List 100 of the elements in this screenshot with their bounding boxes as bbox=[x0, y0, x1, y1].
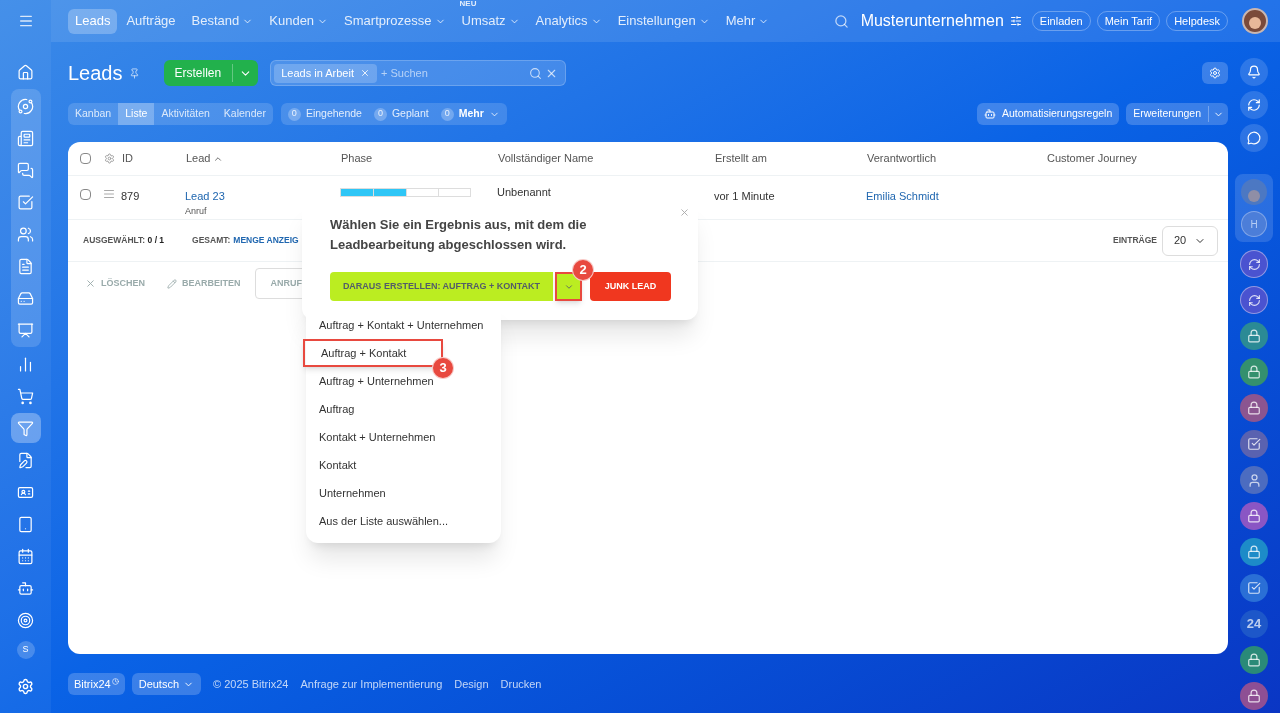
search-icon[interactable] bbox=[529, 66, 543, 80]
remove-icon bbox=[359, 68, 370, 78]
company-name: Musterunternehmen bbox=[860, 11, 1004, 31]
page-size-label: EINTRÄGE bbox=[1113, 234, 1157, 247]
column-header[interactable]: Lead bbox=[186, 150, 341, 167]
counter-item[interactable]: 0 Geplant bbox=[373, 106, 429, 122]
task-chat-avatar[interactable] bbox=[1240, 574, 1268, 602]
nav-tab[interactable]: Smartprozesse bbox=[337, 8, 453, 34]
checkbox-icon bbox=[1247, 581, 1261, 595]
task-chat-avatar[interactable] bbox=[1240, 430, 1268, 458]
nav-tab[interactable]: Kunden bbox=[262, 8, 336, 34]
lock-chat-avatar[interactable] bbox=[1240, 358, 1268, 386]
new-label: NEU bbox=[459, 0, 477, 8]
counter-item[interactable]: 0 Mehr bbox=[440, 106, 500, 122]
selected-count: AUSGEWÄHLT: 0 / 1 bbox=[83, 234, 165, 247]
settings-icon[interactable] bbox=[104, 153, 115, 164]
user-avatar[interactable] bbox=[1240, 466, 1268, 494]
column-header[interactable]: Vollständiger Name bbox=[498, 150, 715, 167]
language-select[interactable]: Deutsch bbox=[131, 673, 202, 695]
menu-item[interactable]: Unternehmen bbox=[306, 479, 501, 507]
chat-icon bbox=[17, 161, 34, 179]
drag-handle-icon[interactable] bbox=[103, 188, 115, 200]
lead-link[interactable]: Lead 23 bbox=[185, 188, 340, 205]
robot-icon bbox=[17, 579, 34, 597]
spiral-button[interactable] bbox=[1240, 91, 1268, 119]
menu-item[interactable]: Auftrag bbox=[306, 395, 501, 423]
nav-tab[interactable]: Einstellungen bbox=[610, 8, 717, 34]
checkbox[interactable] bbox=[80, 153, 91, 164]
menu-item[interactable]: Auftrag + Kontakt + Unternehmen bbox=[306, 311, 501, 339]
menu-item[interactable]: Kontakt + Unternehmen bbox=[306, 423, 501, 451]
filter-chip[interactable]: Leads in Arbeit bbox=[274, 63, 377, 83]
lock-chat-avatar[interactable] bbox=[1240, 646, 1268, 674]
footer-link[interactable]: Drucken bbox=[500, 675, 542, 693]
search-input[interactable]: + Suchen bbox=[380, 64, 511, 82]
chat-avatar[interactable]: H bbox=[1241, 211, 1267, 237]
checkbox[interactable] bbox=[80, 189, 91, 200]
page-size-select[interactable]: 20 bbox=[1162, 225, 1218, 256]
delete-button[interactable]: LÖSCHEN bbox=[85, 276, 145, 291]
menu-item[interactable]: Aus der Liste auswählen... bbox=[306, 507, 501, 535]
extensions-button[interactable]: Erweiterungen bbox=[1126, 103, 1228, 125]
sliders-icon[interactable] bbox=[1009, 15, 1022, 27]
menu-item[interactable]: Kontakt bbox=[306, 451, 501, 479]
table-cell-text: Unbenannt bbox=[497, 185, 552, 200]
file-edit-icon bbox=[17, 451, 34, 469]
lock-chat-avatar[interactable] bbox=[1240, 322, 1268, 350]
brand-button[interactable]: Bitrix24 bbox=[68, 673, 125, 695]
counter-item[interactable]: 0 Eingehende bbox=[287, 106, 362, 122]
user-icon bbox=[1246, 472, 1262, 488]
footer-link[interactable]: © 2025 Bitrix24 bbox=[213, 675, 289, 693]
calendar-icon bbox=[17, 547, 34, 565]
column-header[interactable]: Erstellt am bbox=[715, 150, 867, 167]
column-header[interactable]: Verantwortlich bbox=[867, 150, 1047, 167]
footer-link[interactable]: Design bbox=[454, 675, 489, 693]
nav-tab[interactable]: Bestand bbox=[184, 8, 261, 34]
spiral-icon bbox=[1247, 98, 1261, 112]
create-from-button[interactable]: DARAUS ERSTELLEN: AUFTRAG + KONTAKT bbox=[330, 272, 553, 301]
footer-link[interactable]: Anfrage zur Implementierung bbox=[300, 675, 443, 693]
lock-chat-avatar[interactable] bbox=[1240, 502, 1268, 530]
orbit-icon bbox=[17, 97, 34, 115]
lock-chat-avatar[interactable] bbox=[1240, 394, 1268, 422]
notifications-button[interactable] bbox=[1240, 58, 1268, 86]
lock-chat-avatar[interactable] bbox=[1240, 538, 1268, 566]
view-tab[interactable]: Kalender bbox=[216, 103, 273, 125]
column-header[interactable]: Customer Journey bbox=[1047, 150, 1228, 167]
filter-search-field[interactable]: Leads in Arbeit + Suchen bbox=[270, 60, 567, 86]
menu-icon[interactable] bbox=[17, 13, 34, 29]
create-button[interactable]: Erstellen bbox=[163, 60, 259, 86]
column-header[interactable]: ID bbox=[122, 150, 186, 167]
view-tab[interactable]: Liste bbox=[118, 103, 155, 125]
lock-icon bbox=[1247, 365, 1261, 379]
settings-button[interactable] bbox=[1202, 62, 1228, 84]
caret-button[interactable] bbox=[555, 272, 582, 301]
nav-tab[interactable]: Leads bbox=[68, 8, 118, 34]
spiral-icon bbox=[1247, 257, 1261, 271]
nav-tab[interactable]: Aufträge bbox=[119, 8, 183, 34]
nav-tab[interactable]: Analytics bbox=[528, 8, 609, 34]
bar-chart-icon bbox=[17, 355, 34, 373]
view-tab[interactable]: Aktivitäten bbox=[154, 103, 217, 125]
pin-icon[interactable] bbox=[128, 67, 140, 79]
user-avatar[interactable]: S bbox=[16, 641, 35, 659]
sidebar-item[interactable] bbox=[10, 413, 41, 443]
view-tab[interactable]: Kanban bbox=[68, 103, 119, 125]
show-count-link[interactable]: MENGE ANZEIG bbox=[233, 234, 299, 247]
automation-button[interactable]: Automatisierungsregeln bbox=[976, 103, 1120, 125]
user-avatar[interactable] bbox=[1242, 8, 1268, 34]
spiral-chat-avatar[interactable] bbox=[1240, 286, 1268, 314]
lock-chat-avatar[interactable] bbox=[1240, 682, 1268, 710]
junk-lead-button[interactable]: JUNK LEAD bbox=[590, 272, 671, 301]
search-icon[interactable] bbox=[833, 13, 849, 29]
nav-tab[interactable]: Mehr bbox=[718, 8, 777, 34]
robot-icon bbox=[983, 108, 996, 120]
edit-button[interactable]: BEARBEITEN bbox=[167, 276, 241, 291]
responsible-link[interactable]: Emilia Schmidt bbox=[866, 188, 1046, 205]
number-chat-avatar[interactable]: 24 bbox=[1240, 610, 1268, 638]
close-icon[interactable] bbox=[679, 207, 690, 218]
total-label: GESAMT: bbox=[192, 234, 231, 247]
table-cell-text: vor 1 Minute bbox=[714, 189, 776, 204]
spiral-chat-avatar[interactable] bbox=[1240, 250, 1268, 278]
chat-button[interactable] bbox=[1240, 124, 1268, 152]
column-header[interactable]: Phase bbox=[341, 150, 498, 167]
